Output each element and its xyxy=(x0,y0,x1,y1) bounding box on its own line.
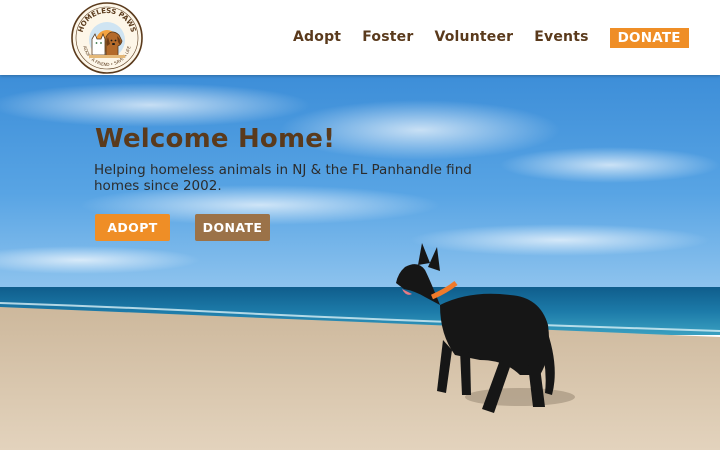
nav-volunteer[interactable]: Volunteer xyxy=(434,27,513,48)
hero-adopt-button[interactable]: ADOPT xyxy=(95,214,170,241)
nav-events[interactable]: Events xyxy=(534,27,588,48)
nav-adopt[interactable]: Adopt xyxy=(293,27,341,48)
hero-donate-button[interactable]: DONATE xyxy=(195,214,270,241)
hero-title: Welcome Home! xyxy=(95,124,336,154)
nav-donate-button[interactable]: DONATE xyxy=(609,27,689,48)
nav-foster[interactable]: Foster xyxy=(362,27,413,48)
hero-banner: Welcome Home! Helping homeless animals i… xyxy=(0,75,720,450)
site-logo[interactable]: HOMELESS PAWS ADOPT A FRIEND • SAVE A LI… xyxy=(70,1,144,75)
hero-subtitle: Helping homeless animals in NJ & the FL … xyxy=(94,162,472,194)
cat-and-dog-logo-icon: HOMELESS PAWS ADOPT A FRIEND • SAVE A LI… xyxy=(71,2,143,74)
site-header: HOMELESS PAWS ADOPT A FRIEND • SAVE A LI… xyxy=(0,0,720,75)
main-nav: Adopt Foster Volunteer Events DONATE xyxy=(293,27,689,48)
